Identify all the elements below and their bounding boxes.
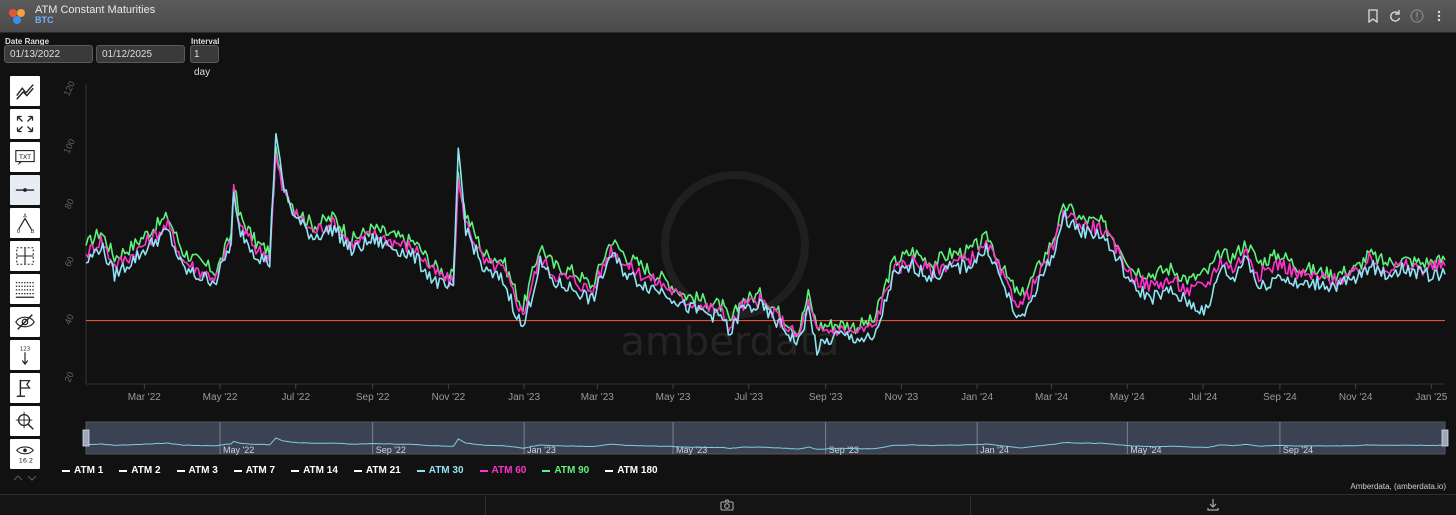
legend-swatch bbox=[479, 469, 488, 472]
navigator-handle-right[interactable] bbox=[1441, 429, 1449, 447]
bottom-bar bbox=[0, 494, 1456, 515]
x-tick-label: Mar '23 bbox=[581, 392, 614, 403]
x-tick-label: May '23 bbox=[656, 392, 691, 403]
y-tick-label: 80 bbox=[63, 197, 76, 210]
legend-swatch bbox=[416, 469, 425, 472]
legend-label: ATM 21 bbox=[365, 465, 401, 476]
navigator-handle-left[interactable] bbox=[82, 429, 90, 447]
download-icon[interactable] bbox=[1206, 498, 1220, 512]
x-tick-label: Jan '25 bbox=[1415, 392, 1447, 403]
x-tick-label: Jul '22 bbox=[281, 392, 310, 403]
navigator-label: May '22 bbox=[223, 445, 254, 455]
x-tick-label: Jul '23 bbox=[734, 392, 763, 403]
atm-chart[interactable]: amberdata 20 40 60 80 100 120 Mar '22 May '22 Jul… bbox=[0, 0, 1456, 514]
y-tick-label: 60 bbox=[63, 255, 76, 268]
legend-swatch bbox=[233, 469, 242, 472]
legend-swatch bbox=[62, 469, 70, 472]
navigator-label: Sep '23 bbox=[829, 445, 859, 455]
watermark-logo bbox=[661, 171, 809, 319]
legend-item[interactable]: ATM 1 bbox=[62, 465, 103, 476]
x-tick-label: Mar '24 bbox=[1035, 392, 1068, 403]
legend-item[interactable]: ATM 3 bbox=[176, 465, 218, 476]
legend-swatch bbox=[119, 469, 128, 472]
legend-swatch bbox=[291, 469, 300, 472]
legend-label: ATM 1 bbox=[74, 465, 104, 476]
legend-label: ATM 2 bbox=[131, 465, 161, 476]
legend-item[interactable]: ATM 2 bbox=[119, 465, 161, 476]
x-tick-label: Jan '23 bbox=[508, 392, 540, 403]
legend-label: ATM 60 bbox=[491, 465, 527, 476]
x-tick-label: Mar '22 bbox=[128, 392, 161, 403]
legend-label: ATM 7 bbox=[245, 465, 276, 476]
legend-item[interactable]: ATM 90 bbox=[542, 465, 589, 476]
legend-item[interactable]: ATM 30 bbox=[416, 465, 464, 476]
x-tick-label: Jul '24 bbox=[1189, 392, 1218, 403]
x-tick-label: Jan '24 bbox=[961, 392, 993, 403]
legend-label: ATM 90 bbox=[554, 465, 590, 476]
x-tick-label: Sep '24 bbox=[1263, 392, 1297, 403]
x-tick-label: May '22 bbox=[203, 392, 238, 403]
legend-swatch bbox=[605, 469, 614, 472]
legend-item[interactable]: ATM 21 bbox=[353, 465, 401, 476]
legend-label: ATM 180 bbox=[617, 465, 658, 476]
x-tick-label: Sep '23 bbox=[809, 392, 843, 403]
camera-icon[interactable] bbox=[720, 498, 734, 512]
legend-label: ATM 3 bbox=[188, 465, 218, 476]
legend-item[interactable]: ATM 14 bbox=[291, 465, 338, 476]
legend-swatch bbox=[176, 469, 185, 472]
legend-swatch bbox=[542, 469, 551, 472]
legend-label: ATM 14 bbox=[303, 465, 338, 476]
y-tick-label: 40 bbox=[63, 313, 76, 326]
y-tick-label: 100 bbox=[62, 137, 77, 155]
x-tick-label: Nov '24 bbox=[1339, 392, 1373, 403]
navigator-label: Sep '22 bbox=[376, 445, 406, 455]
navigator-window[interactable] bbox=[85, 421, 1446, 455]
legend-swatch bbox=[353, 469, 362, 472]
x-tick-label: Nov '23 bbox=[885, 392, 919, 403]
legend-label: ATM 30 bbox=[428, 465, 464, 476]
legend-item[interactable]: ATM 180 bbox=[605, 465, 658, 476]
legend-item[interactable]: ATM 7 bbox=[233, 465, 276, 476]
y-tick-label: 120 bbox=[62, 80, 77, 98]
y-tick-label: 20 bbox=[63, 370, 76, 383]
x-tick-label: Sep '22 bbox=[356, 392, 390, 403]
x-tick-label: May '24 bbox=[1110, 392, 1145, 403]
legend-item[interactable]: ATM 60 bbox=[479, 465, 527, 476]
legend: ATM 1 ATM 2 ATM 3 ATM 7 ATM 14 ATM 21 ATM 30 AT… bbox=[62, 465, 674, 476]
x-tick-label: Nov '22 bbox=[432, 392, 466, 403]
watermark-text: amberdata bbox=[620, 319, 839, 365]
credit-text: Amberdata, (amberdata.io) bbox=[1350, 482, 1446, 491]
